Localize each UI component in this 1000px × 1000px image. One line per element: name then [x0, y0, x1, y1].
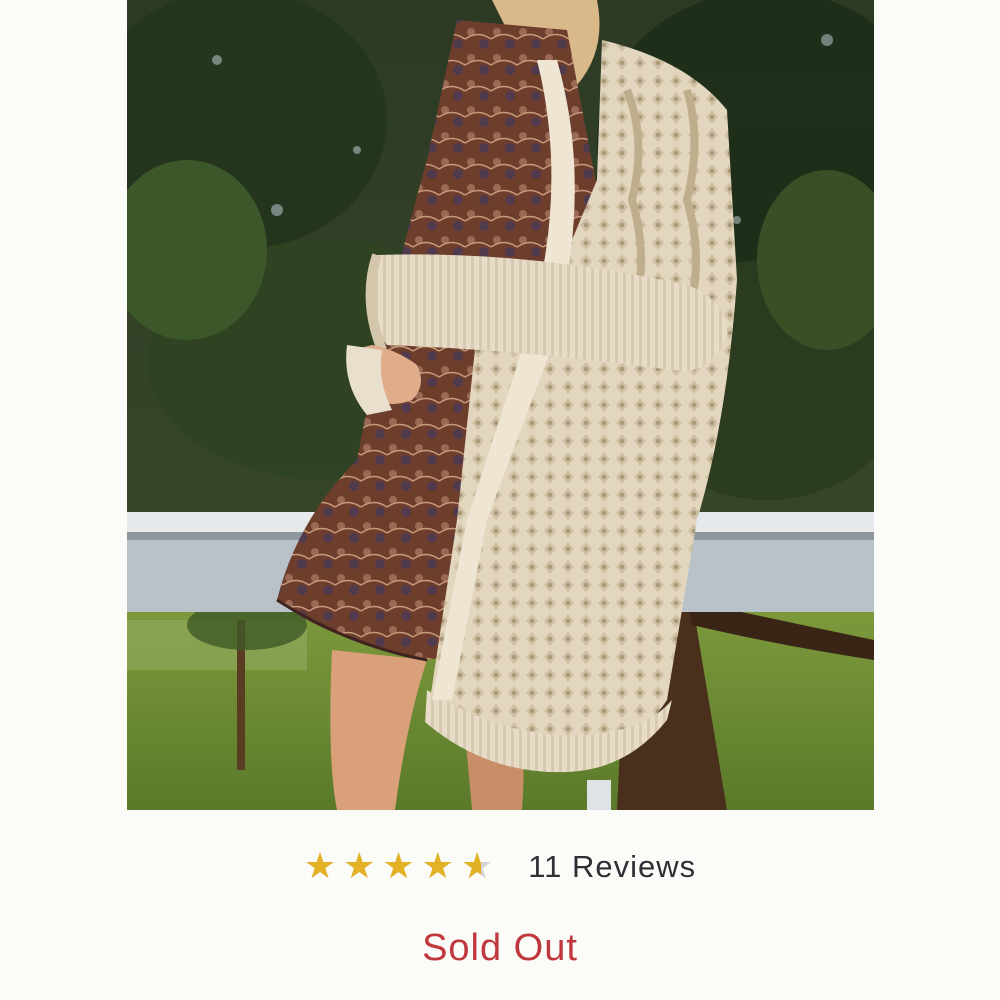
- reviews-link[interactable]: 11 Reviews: [528, 843, 696, 891]
- star-rating-filled: ★★★★★: [303, 846, 481, 887]
- rating-row: ★★★★★ ★★★★★ 11 Reviews: [0, 843, 1000, 891]
- product-card: ★★★★★ ★★★★★ 11 Reviews Sold Out: [0, 0, 1000, 1000]
- product-image[interactable]: [127, 0, 874, 810]
- star-rating[interactable]: ★★★★★ ★★★★★: [304, 843, 500, 891]
- product-photo-illustration: [127, 0, 874, 810]
- sold-out-label: Sold Out: [422, 927, 578, 969]
